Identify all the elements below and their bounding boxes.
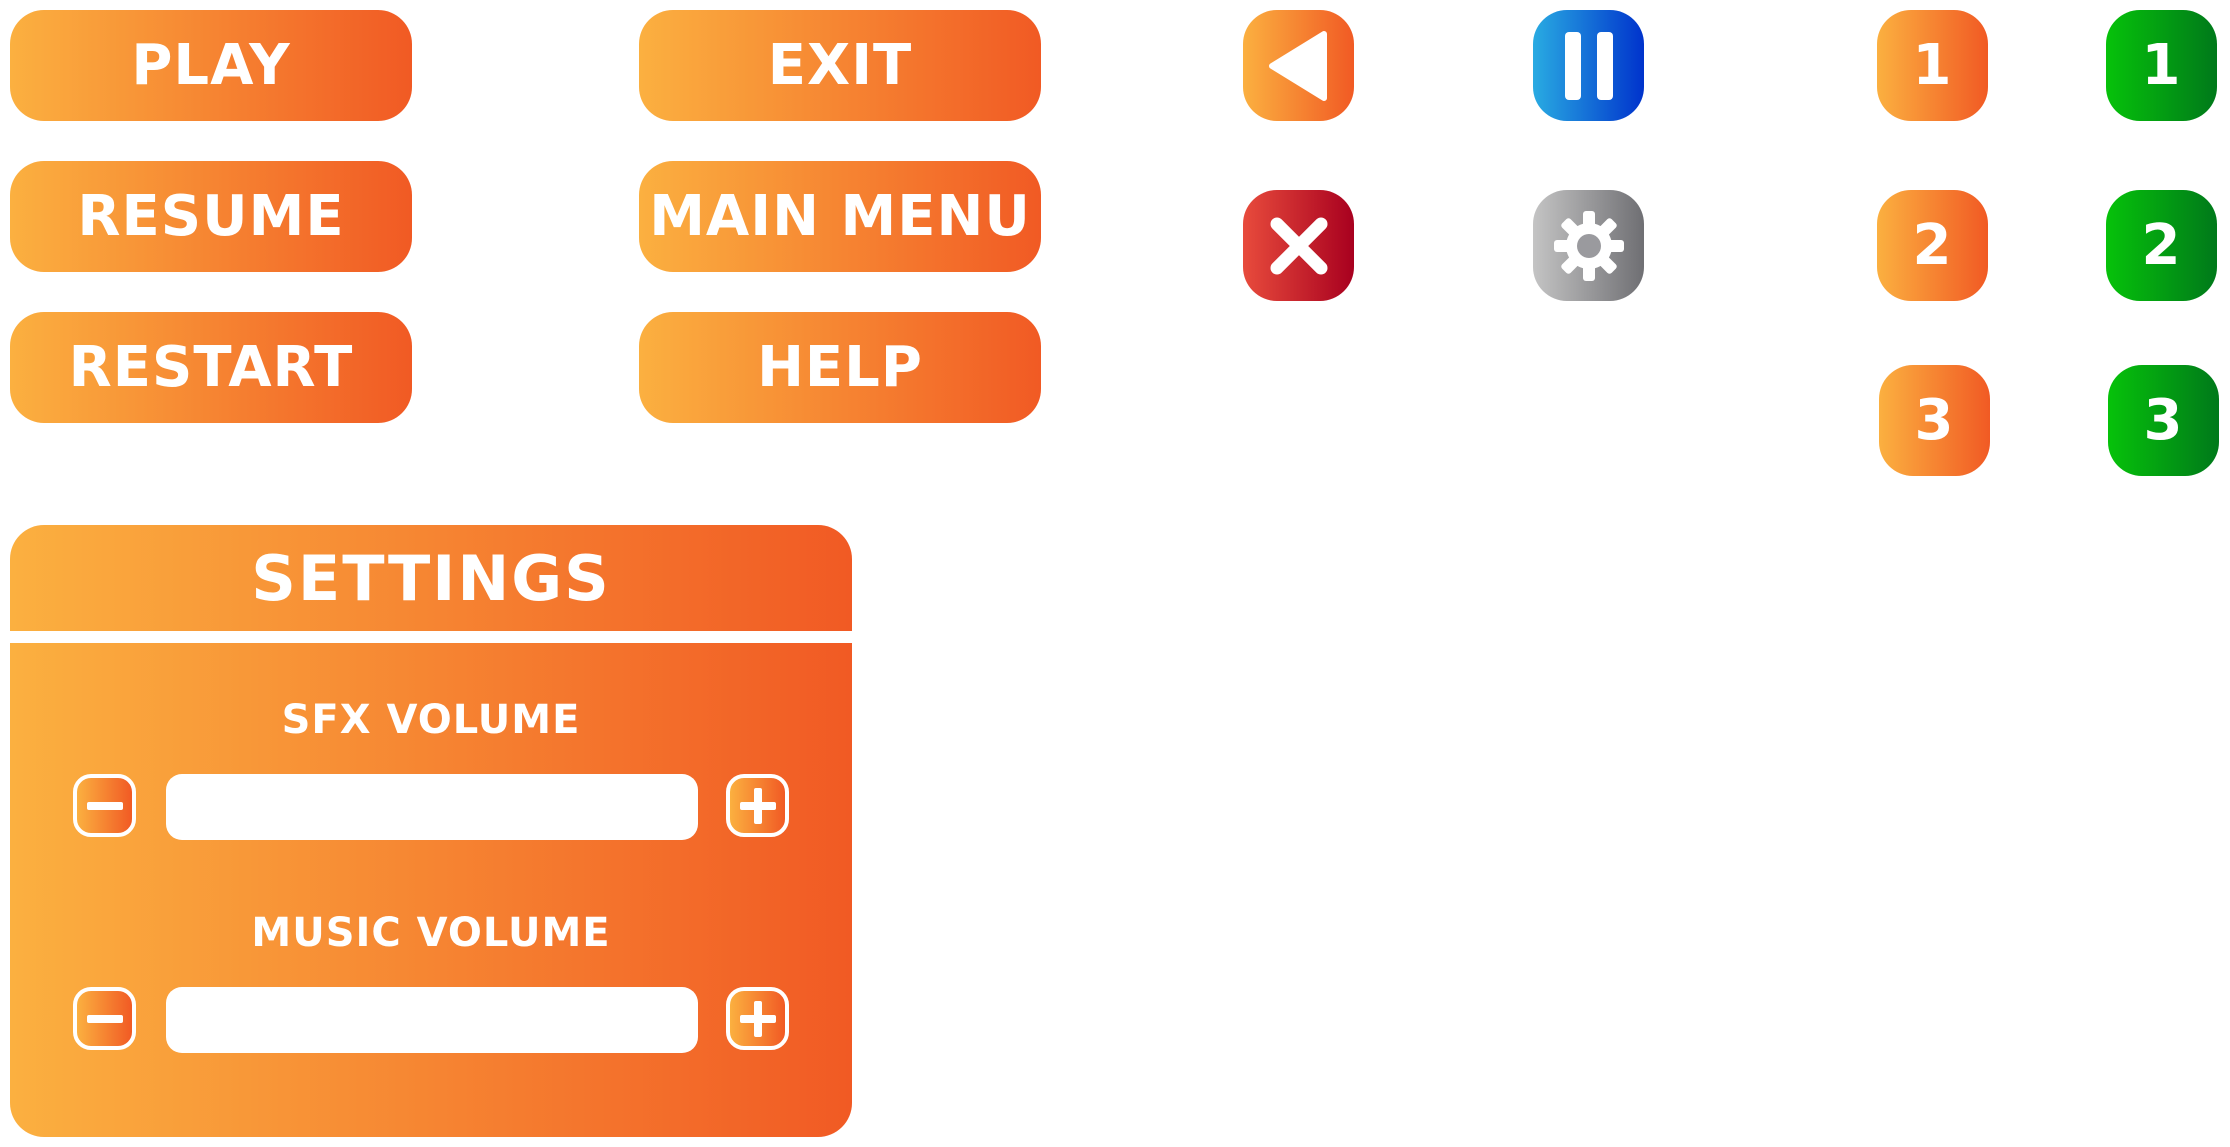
level-3-green-label: 3: [2143, 388, 2184, 453]
sfx-volume-slider[interactable]: [166, 774, 698, 840]
level-2-green-button[interactable]: 2: [2106, 190, 2217, 301]
main-menu-button[interactable]: MAIN MENU: [639, 161, 1041, 272]
plus-icon: [739, 787, 776, 824]
level-3-orange-label: 3: [1914, 388, 1955, 453]
main-menu-button-label: MAIN MENU: [649, 184, 1031, 249]
sfx-decrease-button[interactable]: [73, 774, 136, 837]
sfx-increase-button[interactable]: [726, 774, 789, 837]
close-button[interactable]: [1243, 190, 1354, 301]
level-1-green-button[interactable]: 1: [2106, 10, 2217, 121]
music-increase-button[interactable]: [726, 987, 789, 1050]
play-button-label: PLAY: [131, 33, 291, 98]
level-3-green-button[interactable]: 3: [2108, 365, 2219, 476]
plus-icon: [739, 1000, 776, 1037]
help-button-label: HELP: [757, 335, 923, 400]
level-2-orange-label: 2: [1912, 213, 1953, 278]
level-2-green-label: 2: [2141, 213, 2182, 278]
music-volume-slider[interactable]: [166, 987, 698, 1053]
help-button[interactable]: HELP: [639, 312, 1041, 423]
exit-button-label: EXIT: [767, 33, 913, 98]
gear-icon: [1553, 210, 1624, 281]
minus-icon: [86, 1014, 123, 1023]
music-decrease-button[interactable]: [73, 987, 136, 1050]
level-2-orange-button[interactable]: 2: [1877, 190, 1988, 301]
settings-panel-header: SETTINGS: [10, 525, 852, 631]
close-x-icon: [1270, 217, 1327, 274]
resume-button-label: RESUME: [77, 184, 345, 249]
level-3-orange-button[interactable]: 3: [1879, 365, 1990, 476]
music-volume-label: MUSIC VOLUME: [251, 910, 611, 956]
pause-icon: [1564, 31, 1613, 100]
level-1-green-label: 1: [2141, 33, 2182, 98]
resume-button[interactable]: RESUME: [10, 161, 412, 272]
restart-button-label: RESTART: [68, 335, 354, 400]
play-button[interactable]: PLAY: [10, 10, 412, 121]
minus-icon: [86, 801, 123, 810]
level-1-orange-button[interactable]: 1: [1877, 10, 1988, 121]
settings-button[interactable]: [1533, 190, 1644, 301]
settings-title: SETTINGS: [251, 541, 611, 615]
back-button[interactable]: [1243, 10, 1354, 121]
back-triangle-icon: [1268, 30, 1327, 101]
sfx-volume-label: SFX VOLUME: [281, 697, 581, 743]
pause-button[interactable]: [1533, 10, 1644, 121]
restart-button[interactable]: RESTART: [10, 312, 412, 423]
level-1-orange-label: 1: [1912, 33, 1953, 98]
exit-button[interactable]: EXIT: [639, 10, 1041, 121]
settings-panel-body: SFX VOLUME MUSIC VOLUME: [10, 643, 852, 1137]
